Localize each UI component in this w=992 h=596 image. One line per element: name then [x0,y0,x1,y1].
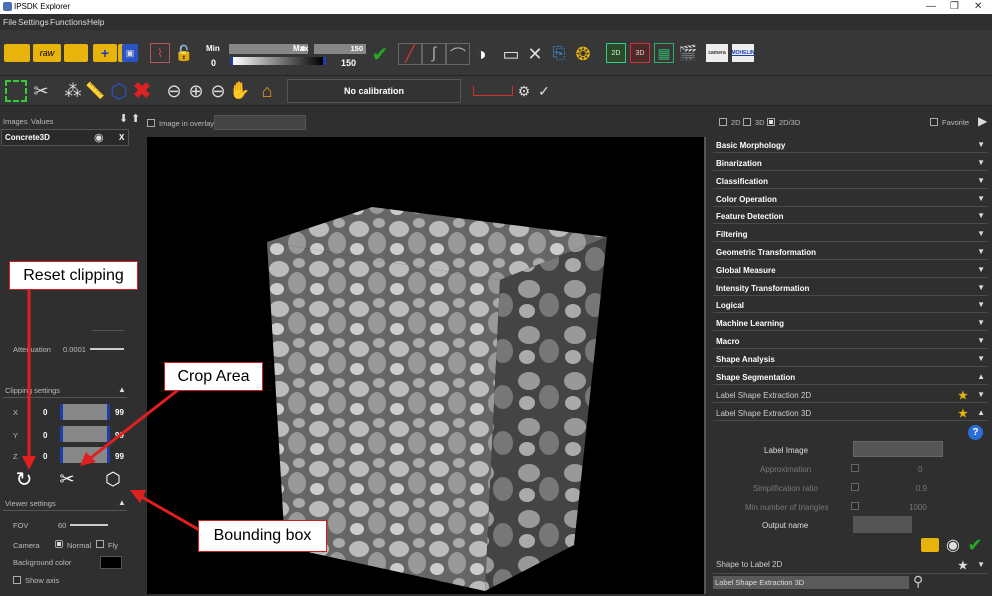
annotation-arrows [22,290,211,538]
callout-bounding-box: Bounding box [198,520,327,552]
reset-arrowhead [22,456,36,470]
callout-reset-clipping: Reset clipping [9,261,138,290]
callout-crop-area: Crop Area [164,362,263,391]
crop-arrow [87,388,179,462]
